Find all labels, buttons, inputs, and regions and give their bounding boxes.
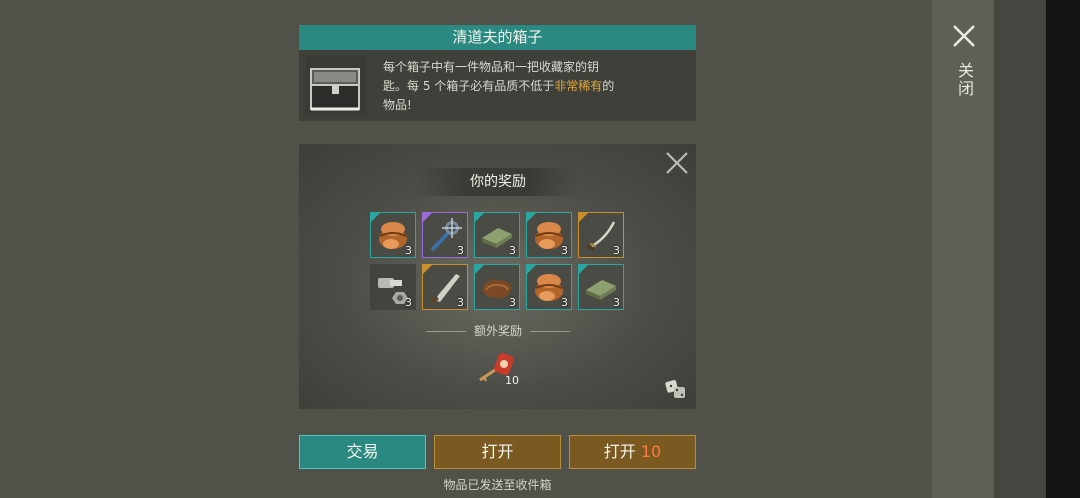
reward-slot-2[interactable]: 3 bbox=[422, 212, 468, 258]
reward-slot-1[interactable]: 3 bbox=[370, 212, 416, 258]
dice-icon[interactable] bbox=[664, 377, 688, 401]
item-quantity: 3 bbox=[457, 244, 464, 257]
desc-line-3: 物品! bbox=[383, 98, 412, 112]
reward-slot-6[interactable]: 3 bbox=[370, 264, 416, 310]
close-icon[interactable] bbox=[948, 20, 980, 52]
open-ten-label: 打开 bbox=[603, 442, 636, 461]
panel-close-icon[interactable] bbox=[664, 150, 690, 176]
chest-icon bbox=[305, 55, 367, 117]
reward-slot-7[interactable]: 3 bbox=[422, 264, 468, 310]
open-button[interactable]: 打开 bbox=[434, 435, 561, 469]
desc-line-2-post: 的 bbox=[602, 79, 615, 93]
bonus-divider-right bbox=[530, 331, 570, 332]
reward-title: 你的奖励 bbox=[470, 174, 526, 190]
bonus-title: 额外奖励 bbox=[473, 324, 522, 338]
item-quantity: 3 bbox=[509, 244, 516, 257]
item-quantity: 3 bbox=[613, 296, 620, 309]
item-quantity: 3 bbox=[509, 296, 516, 309]
bonus-item-quantity: 10 bbox=[505, 374, 519, 387]
reward-slot-5[interactable]: 3 bbox=[578, 212, 624, 258]
reward-slot-10[interactable]: 3 bbox=[578, 264, 624, 310]
box-description: 每个箱子中有一件物品和一把收藏家的钥 匙。每 5 个箱子必有品质不低于非常稀有的… bbox=[383, 58, 643, 115]
trade-button[interactable]: 交易 bbox=[299, 435, 426, 469]
item-quantity: 3 bbox=[405, 296, 412, 309]
side-strip bbox=[994, 0, 1046, 498]
rarity-highlight: 非常稀有 bbox=[554, 79, 603, 93]
desc-line-2: 匙。每 5 个箱子必有品质不低于非常稀有的 bbox=[383, 77, 643, 96]
item-quantity: 3 bbox=[457, 296, 464, 309]
reward-slot-3[interactable]: 3 bbox=[474, 212, 520, 258]
reward-slot-8[interactable]: 3 bbox=[474, 264, 520, 310]
item-quantity: 3 bbox=[405, 244, 412, 257]
desc-line-1: 每个箱子中有一件物品和一把收藏家的钥 bbox=[383, 60, 600, 74]
box-title: 清道夫的箱子 bbox=[299, 25, 696, 50]
screen-edge bbox=[1046, 0, 1080, 498]
bonus-divider-left bbox=[426, 331, 466, 332]
item-quantity: 3 bbox=[561, 296, 568, 309]
reward-slot-9[interactable]: 3 bbox=[526, 264, 572, 310]
close-label[interactable]: 关闭 bbox=[952, 62, 976, 98]
item-quantity: 3 bbox=[561, 244, 568, 257]
inbox-notice: 物品已发送至收件箱 bbox=[443, 478, 552, 492]
open-ten-count: 10 bbox=[640, 442, 662, 461]
open-ten-button[interactable]: 打开 10 bbox=[569, 435, 696, 469]
reward-slot-4[interactable]: 3 bbox=[526, 212, 572, 258]
desc-line-2-pre: 匙。每 5 个箱子必有品质不低于 bbox=[383, 79, 555, 93]
item-quantity: 3 bbox=[613, 244, 620, 257]
